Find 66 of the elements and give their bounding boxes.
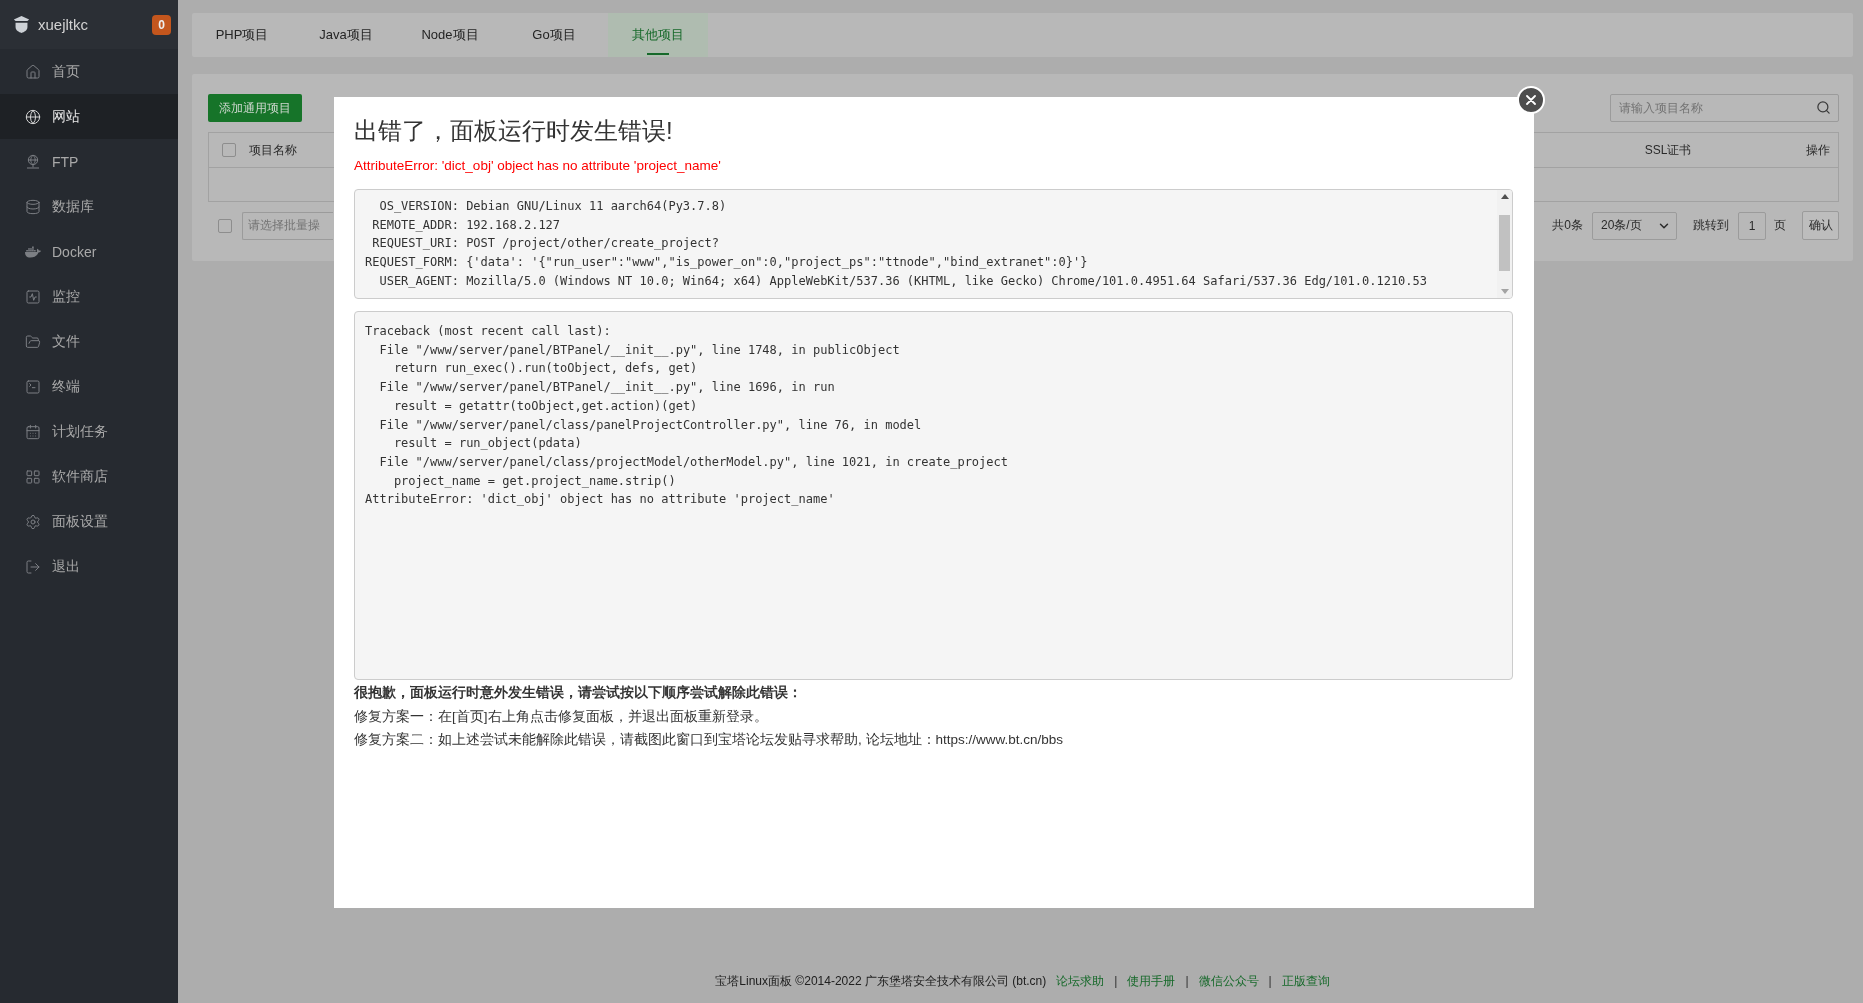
home-icon [25,63,41,80]
project-tab[interactable]: Node项目 [400,13,500,57]
help-step: 修复方案二：如上述尝试未能解除此错误，请截图此窗口到宝塔论坛发贴寻求帮助, 论坛地址：https://www.bt.cn/bbs [354,728,1513,752]
help-heading: 很抱歉，面板运行时意外发生错误，请尝试按以下顺序尝试解除此错误： [354,684,803,702]
code-line: OS_VERSION: Debian GNU/Linux 11 aarch64(Py3.7.8) [379,198,727,215]
sidebar-item[interactable]: 数据库 [0,184,178,229]
whale-icon [25,243,41,260]
confirm-button[interactable]: 确认 [1802,211,1839,240]
caret-down-icon [1500,289,1509,294]
separator: | [1268,974,1272,988]
globe-stand-icon [25,153,41,170]
count-badge: 0 [152,14,171,35]
jump-label: 跳转到 [1693,217,1729,234]
separator: | [1185,974,1189,988]
sidebar-item[interactable]: 退出 [0,544,178,589]
shield-logo-icon [13,15,30,34]
globe-icon [25,108,41,125]
sidebar-item[interactable]: 计划任务 [0,409,178,454]
page-unit: 页 [1774,217,1786,234]
page-size-select[interactable]: 20条/页 [1592,211,1677,240]
username: xuejltkc [38,16,90,33]
search-icon[interactable] [1816,100,1831,115]
checkbox[interactable] [218,218,232,233]
column-header: 项目名称 [249,141,298,159]
terminal-icon [25,378,41,395]
traceback-text: Traceback (most recent call last): File "/www/server/panel/BTPanel/__init__.py", line 1748, in publicObject return run_exec().run(toObject, defs, get) File "/www/server/panel/BTPanel/__init__.py", line 1696, in run result = getattr(toObject,get.action)(get) File "/www/server/panel/class/panelProjectController.py", line 76, in model result = run_object(pdata) File "/www/server/panel/class/projectModel/otherModel.py", line 1021, in create_project project_name = get.project_name.strip() AttributeError: 'dict_obj' object has no attribute 'project_name' [365,323,1008,509]
code-line: REQUEST_URI: POST /project/other/create_project? [372,235,719,253]
sidebar-item[interactable]: 终端 [0,364,178,409]
caret-up-icon [1500,194,1509,199]
scrollbar-thumb[interactable] [1499,215,1510,271]
code-line: USER_AGENT: Mozilla/5.0 (Windows NT 10.0; Win64; x64) AppleWebKit/537.36 (KHTML, like Gecko) Chrome/101.0.4951.64 Safari/537.36 Edg/101.0.1210.53 [379,272,1427,290]
search-field[interactable]: 请输入项目名称 [1610,94,1839,122]
activity-chart-icon [25,288,41,305]
sidebar-item[interactable]: 监控 [0,274,178,319]
add-project-button[interactable]: 添加通用项目 [208,94,302,122]
sidebar-item[interactable]: FTP [0,139,178,184]
error-message: AttributeError: 'dict_obj' object has no attribute 'project_name' [354,157,722,175]
code-line: REMOTE_ADDR: 192.168.2.127 [372,216,561,234]
help-step: 修复方案一：在[首页]右上角点击修复面板，并退出面板重新登录。 [354,704,1513,728]
sidebar-item[interactable]: 文件 [0,319,178,364]
settings-icon [25,513,41,530]
column-header: 操作 [1805,141,1831,159]
column-header: SSL证书 [1643,141,1693,159]
copyright-text: 宝塔Linux面板 ©2014-2022 广东堡塔安全技术有限公司 (bt.cn) [715,972,1047,990]
calendar-icon [25,423,41,440]
sidebar-item[interactable]: 软件商店 [0,454,178,499]
sidebar-item[interactable]: 网站 [0,94,178,139]
sidebar-item[interactable]: Docker [0,229,178,274]
project-tab[interactable]: Go项目 [504,13,604,57]
dialog-title: 出错了，面板运行时发生错误! [354,117,674,145]
separator: | [1114,974,1118,988]
project-tab[interactable]: PHP项目 [192,13,292,57]
sidebar-item[interactable]: 面板设置 [0,499,178,544]
code-line: REQUEST_FORM: {'data': '{"run_user":"www","is_power_on":0,"project_ps":"ttnode","bind_extranet":0}'} [365,254,1088,272]
total-count: 共0条 [1552,217,1583,234]
sidebar-item[interactable]: 首页 [0,49,178,94]
page-input[interactable]: 1 [1738,211,1766,240]
close-icon [1526,95,1536,105]
project-tab[interactable]: 其他项目 [608,13,708,57]
logout-icon [25,558,41,575]
checkbox[interactable] [222,143,236,157]
grid-icon [25,468,41,485]
folder-icon [25,333,41,350]
scrollbar[interactable] [1497,190,1512,298]
database-icon [25,198,41,215]
project-tab[interactable]: Java项目 [296,13,396,57]
